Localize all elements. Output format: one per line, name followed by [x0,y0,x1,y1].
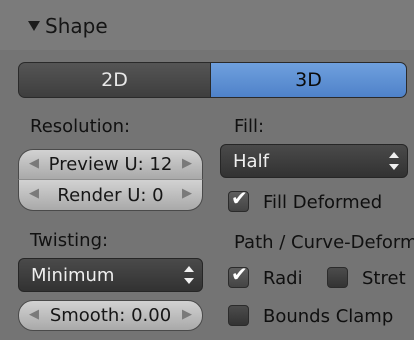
updown-arrows-icon [184,266,194,284]
smooth-value: Smooth: 0.00 [49,305,172,326]
increment-arrow-icon[interactable]: ▶ [182,156,192,171]
stretch-checkbox[interactable] [327,267,348,288]
bounds-clamp-checkbox[interactable] [228,305,249,326]
twisting-value: Minimum [31,264,115,286]
render-u-field[interactable]: ◀ Render U: 0 ▶ [18,180,203,211]
path-deform-label: Path / Curve-Deform [234,232,414,253]
checkmark-icon: ✔ [231,262,248,286]
fill-label: Fill: [234,116,265,137]
fill-deformed-checkbox[interactable]: ✔ [228,186,249,212]
panel-title: Shape [45,14,108,38]
fill-dropdown[interactable]: Half [220,144,408,178]
fill-deformed-text: Fill Deformed [263,192,383,213]
resolution-label: Resolution: [30,116,131,137]
twisting-dropdown[interactable]: Minimum [18,258,203,292]
decrement-arrow-icon[interactable]: ◀ [29,307,39,322]
toggle-3d-button[interactable]: 3D [211,62,407,98]
fill-value: Half [233,150,269,172]
preview-u-field[interactable]: ◀ Preview U: 12 ▶ [18,149,203,180]
preview-u-value: Preview U: 12 [48,154,173,175]
toggle-2d-button[interactable]: 2D [18,62,211,98]
collapse-triangle-icon[interactable] [28,21,40,31]
toggle-3d-label: 3D [295,69,322,91]
checkmark-icon: ✔ [231,186,248,210]
twisting-label: Twisting: [30,230,109,251]
updown-arrows-icon [389,152,399,170]
smooth-field[interactable]: ◀ Smooth: 0.00 ▶ [18,300,203,331]
increment-arrow-icon[interactable]: ▶ [182,186,192,201]
toggle-2d-label: 2D [101,69,128,91]
decrement-arrow-icon[interactable]: ◀ [29,186,39,201]
render-u-value: Render U: 0 [57,184,164,206]
radius-label: Radi [263,268,303,289]
stretch-label: Stret [362,268,406,289]
increment-arrow-icon[interactable]: ▶ [182,307,192,322]
decrement-arrow-icon[interactable]: ◀ [29,156,39,171]
bounds-clamp-label: Bounds Clamp [263,306,394,327]
radius-checkbox[interactable]: ✔ [228,262,249,288]
